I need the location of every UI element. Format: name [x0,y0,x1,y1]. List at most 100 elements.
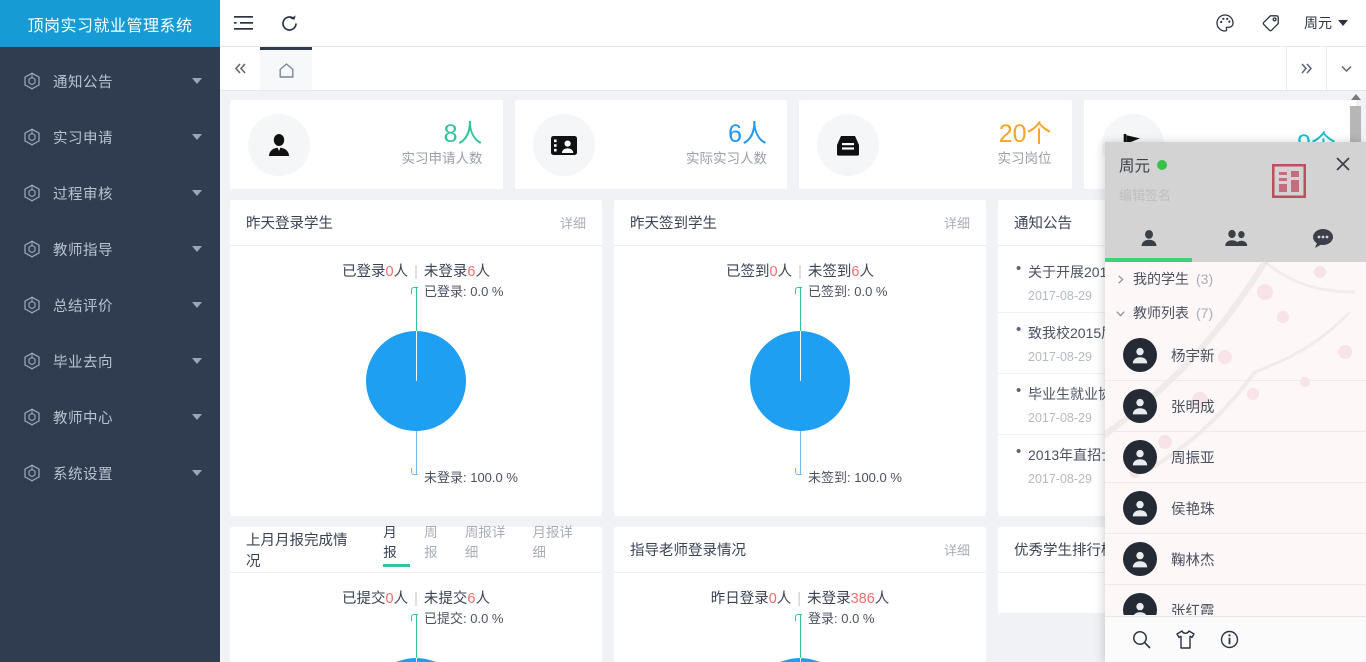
caret-down-icon [192,246,202,252]
panel-yesterday-login: 昨天登录学生 详细 已登录0人|未登录6人 已登录: 0.0 % 未登录: 10… [230,200,602,516]
legend-summary: 已提交0人|未提交6人 [230,587,602,608]
scroll-up-arrow-icon[interactable] [1351,94,1361,100]
chat-group-label: 教师列表 [1133,303,1189,323]
stat-label: 实际实习人数 [595,149,768,169]
report-tabs: 月报周报周报详细月报详细 [361,527,586,573]
search-icon[interactable] [1131,629,1152,650]
chat-group-students[interactable]: 我的学生(3) [1105,262,1366,296]
chat-tab-contacts[interactable] [1105,214,1192,262]
avatar [1123,440,1157,474]
legend-separator: | [414,264,418,280]
caret-down-icon [1338,20,1348,26]
chat-user: 周元 [1119,154,1352,176]
legend-undone-label: 未签到 [808,264,852,280]
menu-toggle-icon[interactable] [220,0,266,47]
chat-group-teachers[interactable]: 教师列表(7) [1105,296,1366,330]
panel-body: 昨日登录0人|未登录386人 登录: 0.0 % [614,573,986,662]
sidebar-item-3[interactable]: 教师指导 [0,221,220,277]
stat-text: 8人 实习申请人数 [310,120,483,169]
chat-tab-groups[interactable] [1192,214,1279,262]
panel-yesterday-signin: 昨天签到学生 详细 已签到0人|未签到6人 已签到: 0.0 % 未签到: 10… [614,200,986,516]
inbox-icon [817,114,879,176]
legend-done-label: 已登录 [342,264,386,280]
tag-icon[interactable] [1248,0,1294,47]
caret-down-icon [192,414,202,420]
stat-card-positions: 20个 实习岗位 [799,100,1072,189]
avatar [1123,542,1157,576]
cube-icon [22,183,42,203]
legend-done-value: 0 [770,264,778,280]
legend-done-label: 已签到 [726,264,770,280]
tshirt-skin-icon[interactable] [1174,629,1197,650]
report-tab-2[interactable]: 周报详细 [465,521,519,573]
chevron-down-icon [1115,308,1126,319]
legend-separator: | [414,591,418,607]
sidebar-item-0[interactable]: 通知公告 [0,53,220,109]
chat-group-count: (3) [1196,271,1213,287]
sidebar-item-5[interactable]: 毕业去向 [0,333,220,389]
pie-label-bottom: 未签到: 100.0 % [808,467,902,486]
contact-item[interactable]: 侯艳珠 [1105,482,1366,533]
chevron-right-icon [1115,274,1126,285]
double-chevron-right-icon[interactable] [1286,47,1326,90]
sidebar-item-6[interactable]: 教师中心 [0,389,220,445]
refresh-icon[interactable] [266,0,312,47]
double-chevron-left-icon[interactable] [220,47,260,90]
report-tab-0[interactable]: 月报 [383,521,410,573]
panel-header: 上月月报完成情况 月报周报周报详细月报详细 [230,527,602,573]
chat-user-name: 周元 [1119,154,1150,176]
panel-teacher-login: 指导老师登录情况 详细 昨日登录0人|未登录386人 登录: 0.0 % [614,527,986,662]
panel-body: 已提交0人|未提交6人 已提交: 0.0 % [230,573,602,662]
report-tab-3[interactable]: 月报详细 [532,521,586,573]
report-tab-1[interactable]: 周报 [424,521,451,573]
pie-slices [750,331,850,431]
user-menu[interactable]: 周元 [1294,13,1366,33]
app-root: 顶岗实习就业管理系统 通知公告实习申请过程审核教师指导总结评价毕业去向教师中心系… [0,0,1366,662]
legend-done-unit: 人 [394,591,409,607]
pie-label-top: 已签到: 0.0 % [808,281,887,300]
caret-down-icon [192,134,202,140]
signature-input[interactable]: 编辑签名 [1119,185,1352,204]
caret-down-icon [192,190,202,196]
sidebar-item-4[interactable]: 总结评价 [0,277,220,333]
panel-title: 昨天签到学生 [630,212,717,233]
sidebar-item-label: 实习申请 [53,127,192,148]
legend-separator: | [797,591,801,607]
cube-icon [22,127,42,147]
tabbar [220,47,1366,91]
info-icon[interactable] [1219,629,1240,650]
sidebar-item-1[interactable]: 实习申请 [0,109,220,165]
legend-done-label: 昨日登录 [711,591,769,607]
close-icon[interactable] [1333,154,1353,174]
contact-item[interactable]: 张红霞 [1105,584,1366,615]
contact-item[interactable]: 周振亚 [1105,431,1366,482]
legend-undone-label: 未提交 [424,591,468,607]
stat-label: 实习申请人数 [310,149,483,169]
sidebar-item-2[interactable]: 过程审核 [0,165,220,221]
legend-undone-unit: 人 [475,264,490,280]
panel-title: 昨天登录学生 [246,212,333,233]
contact-item[interactable]: 杨宇新 [1105,330,1366,380]
chat-contact-list[interactable]: 我的学生(3)教师列表(7)杨宇新张明成周振亚侯艳珠鞠林杰张红霞 [1105,262,1366,615]
panel-detail-link[interactable]: 详细 [944,213,970,232]
contact-item[interactable]: 张明成 [1105,380,1366,431]
palette-icon[interactable] [1202,0,1248,47]
panel-body: 已登录0人|未登录6人 已登录: 0.0 % 未登录: 100.0 % [230,246,602,516]
chat-popup: 周元 编辑签名 我的学生(3)教师列表(7)杨宇新张明成周振亚侯艳珠鞠林杰张红霞 [1105,142,1366,662]
contact-item[interactable]: 鞠林杰 [1105,533,1366,584]
pie-label-top: 已登录: 0.0 % [424,281,503,300]
pie-chart: 已提交: 0.0 % [230,608,602,662]
legend-summary: 已登录0人|未登录6人 [230,260,602,281]
person-icon [1138,227,1160,249]
chat-tab-messages[interactable] [1279,214,1366,262]
chevron-down-icon[interactable] [1326,47,1366,90]
sidebar-item-7[interactable]: 系统设置 [0,445,220,501]
cube-icon [22,463,42,483]
group-icon [1223,227,1249,249]
panel-detail-link[interactable]: 详细 [944,540,970,559]
tab-home[interactable] [260,47,312,90]
panel-detail-link[interactable]: 详细 [560,213,586,232]
panel-monthly-report: 上月月报完成情况 月报周报周报详细月报详细 已提交0人|未提交6人 已提交: 0… [230,527,602,662]
legend-done-unit: 人 [777,591,792,607]
pie-leader-bottom [416,431,417,475]
